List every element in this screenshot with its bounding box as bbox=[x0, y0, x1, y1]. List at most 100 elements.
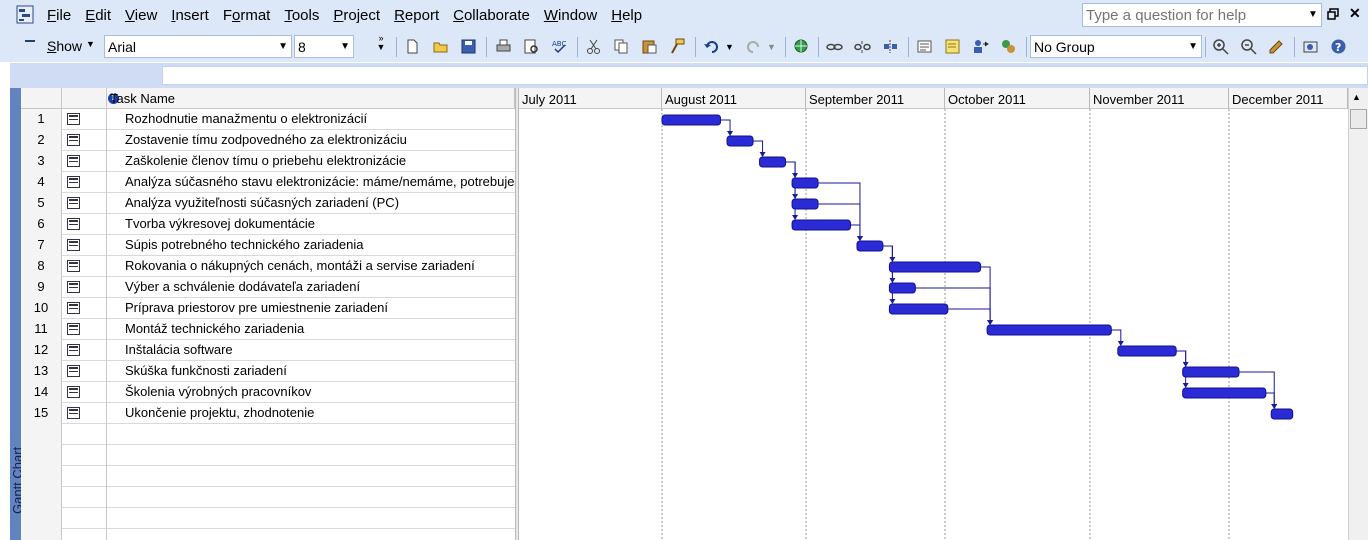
window-close-icon[interactable]: ✕ bbox=[1349, 6, 1363, 20]
task-name[interactable]: Zaškolenie členov tímu o priebehu elektr… bbox=[125, 151, 515, 172]
empty-task-row[interactable] bbox=[21, 508, 515, 529]
split-task-icon[interactable] bbox=[882, 38, 899, 55]
task-id[interactable] bbox=[21, 529, 62, 540]
task-bar[interactable] bbox=[791, 198, 819, 210]
task-id[interactable]: 5 bbox=[21, 193, 62, 214]
group-by-select[interactable]: No Group ▼ bbox=[1030, 35, 1202, 58]
task-name[interactable] bbox=[125, 445, 515, 466]
task-row[interactable]: 6 Tvorba výkresovej dokumentácie bbox=[21, 214, 515, 235]
task-id[interactable]: 4 bbox=[21, 172, 62, 193]
task-row[interactable]: 2 Zostavenie tímu zodpovedného za elektro… bbox=[21, 130, 515, 151]
task-name[interactable]: Rozhodnutie manažmentu o elektronizácií bbox=[125, 109, 515, 130]
publish-resources-icon[interactable] bbox=[1000, 38, 1017, 55]
task-name[interactable]: Školenia výrobných pracovníkov bbox=[125, 382, 515, 403]
task-id[interactable]: 6 bbox=[21, 214, 62, 235]
task-row[interactable]: 4 Analýza súčasného stavu elektronizácie:… bbox=[21, 172, 515, 193]
empty-task-row[interactable] bbox=[21, 466, 515, 487]
task-id[interactable]: 8 bbox=[21, 256, 62, 277]
task-id[interactable]: 7 bbox=[21, 235, 62, 256]
menu-item[interactable]: View bbox=[125, 7, 157, 24]
redo-icon[interactable] bbox=[745, 38, 762, 55]
id-column-header[interactable] bbox=[21, 88, 62, 109]
entry-field[interactable] bbox=[162, 66, 1368, 85]
empty-task-row[interactable] bbox=[21, 424, 515, 445]
task-row[interactable]: 7 Súpis potrebného technického zariadenia bbox=[21, 235, 515, 256]
task-name[interactable]: Analýza využiteľnosti súčasných zariaden… bbox=[125, 193, 515, 214]
window-restore-icon[interactable] bbox=[1327, 8, 1339, 20]
task-id[interactable]: 9 bbox=[21, 277, 62, 298]
font-size-select[interactable]: 8 ▼ bbox=[294, 35, 354, 58]
task-bar[interactable] bbox=[726, 135, 754, 147]
task-bar[interactable] bbox=[1270, 408, 1294, 420]
scroll-up-arrow-icon[interactable]: ▲ bbox=[1352, 92, 1361, 102]
task-row[interactable]: 10 Príprava priestorov pre umiestnenie za… bbox=[21, 298, 515, 319]
redo-dropdown-icon[interactable]: ▼ bbox=[767, 42, 784, 59]
task-bar[interactable] bbox=[791, 177, 819, 189]
task-name[interactable]: Ukončenie projektu, zhodnotenie bbox=[125, 403, 515, 424]
chevron-down-icon[interactable]: ▼ bbox=[1188, 41, 1198, 52]
task-row[interactable]: 9 Výber a schválenie dodávateľa zariadení bbox=[21, 277, 515, 298]
task-bar[interactable] bbox=[1182, 366, 1240, 378]
unlink-tasks-icon[interactable] bbox=[854, 38, 871, 55]
spelling-icon[interactable]: ABC bbox=[551, 38, 568, 55]
task-name[interactable]: Výber a schválenie dodávateľa zariadení bbox=[125, 277, 515, 298]
task-id[interactable]: 11 bbox=[21, 319, 62, 340]
project-app-icon[interactable] bbox=[16, 5, 36, 25]
indicators-column-header[interactable]: i bbox=[62, 88, 119, 109]
task-id[interactable] bbox=[21, 445, 62, 466]
vertical-scrollbar[interactable]: ▲ bbox=[1348, 88, 1368, 540]
task-row[interactable]: 3 Zaškolenie členov tímu o priebehu elekt… bbox=[21, 151, 515, 172]
task-id[interactable]: 2 bbox=[21, 130, 62, 151]
task-name[interactable]: Skúška funkčnosti zariadení bbox=[125, 361, 515, 382]
task-name[interactable]: Inštalácia software bbox=[125, 340, 515, 361]
task-name[interactable]: Analýza súčasného stavu elektronizácie: … bbox=[125, 172, 515, 193]
chevron-down-icon[interactable]: ▼ bbox=[340, 41, 350, 52]
task-id[interactable]: 1 bbox=[21, 109, 62, 130]
menu-item[interactable]: Edit bbox=[85, 7, 111, 24]
menu-item[interactable]: Format bbox=[223, 7, 271, 24]
undo-icon[interactable] bbox=[703, 38, 720, 55]
cut-icon[interactable] bbox=[585, 38, 602, 55]
menu-item[interactable]: Insert bbox=[171, 7, 209, 24]
task-information-icon[interactable] bbox=[916, 38, 933, 55]
task-id[interactable] bbox=[21, 487, 62, 508]
show-dropdown-icon[interactable]: ▼ bbox=[86, 39, 95, 49]
task-id[interactable]: 10 bbox=[21, 298, 62, 319]
print-preview-icon[interactable] bbox=[523, 38, 540, 55]
task-name[interactable]: Zostavenie tímu zodpovedného za elektron… bbox=[125, 130, 515, 151]
open-folder-icon[interactable] bbox=[432, 38, 449, 55]
task-row[interactable]: 12 Inštalácia software bbox=[21, 340, 515, 361]
task-row[interactable]: 8 Rokovania o nákupných cenách, montáži a… bbox=[21, 256, 515, 277]
menu-item[interactable]: Project bbox=[333, 7, 380, 24]
task-id[interactable]: 13 bbox=[21, 361, 62, 382]
copy-icon[interactable] bbox=[613, 38, 630, 55]
task-name[interactable]: Súpis potrebného technického zariadenia bbox=[125, 235, 515, 256]
task-name[interactable] bbox=[125, 529, 515, 540]
task-row[interactable]: 15 Ukončenie projektu, zhodnotenie bbox=[21, 403, 515, 424]
help-search-box[interactable]: ▼ bbox=[1082, 3, 1322, 27]
print-icon[interactable] bbox=[495, 38, 512, 55]
format-painter-icon[interactable] bbox=[669, 38, 686, 55]
save-icon[interactable] bbox=[460, 38, 477, 55]
task-row[interactable]: 1 Rozhodnutie manažmentu o elektronizácií bbox=[21, 109, 515, 130]
toolbar-collapse-icon[interactable] bbox=[25, 40, 35, 42]
chevron-down-icon[interactable]: ▼ bbox=[278, 41, 288, 52]
task-name-column-header[interactable]: Task Name bbox=[107, 88, 515, 109]
empty-task-row[interactable] bbox=[21, 529, 515, 540]
task-row[interactable]: 13 Skúška funkčnosti zariadení bbox=[21, 361, 515, 382]
task-name[interactable] bbox=[125, 466, 515, 487]
undo-dropdown-icon[interactable]: ▼ bbox=[725, 42, 742, 59]
toolbar-options-icon[interactable]: » ▼ bbox=[374, 34, 388, 60]
task-bar[interactable] bbox=[759, 156, 787, 168]
new-file-icon[interactable] bbox=[404, 38, 421, 55]
task-name[interactable] bbox=[125, 424, 515, 445]
task-bar[interactable] bbox=[888, 261, 982, 273]
task-bar[interactable] bbox=[1117, 345, 1177, 357]
menu-item[interactable]: File bbox=[47, 7, 71, 24]
empty-task-row[interactable] bbox=[21, 487, 515, 508]
paste-icon[interactable] bbox=[641, 38, 658, 55]
view-bar[interactable]: Gantt Chart bbox=[10, 88, 25, 540]
task-id[interactable]: 14 bbox=[21, 382, 62, 403]
task-bar[interactable] bbox=[1182, 387, 1267, 399]
task-name[interactable]: Montáž technického zariadenia bbox=[125, 319, 515, 340]
